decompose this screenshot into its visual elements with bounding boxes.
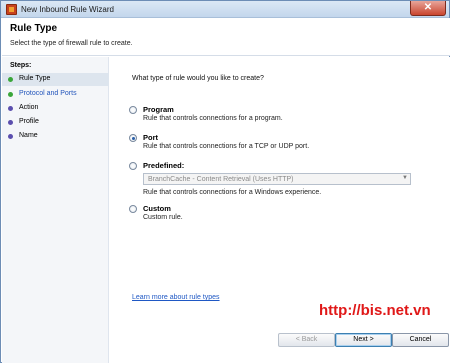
close-button[interactable]: ✕ [410, 1, 446, 16]
step-complete-bullet-icon [8, 92, 13, 97]
program-radio[interactable] [129, 106, 137, 114]
custom-label[interactable]: Custom [143, 204, 171, 213]
program-label[interactable]: Program [143, 105, 174, 114]
predefined-select-value: BranchCache - Content Retrieval (Uses HT… [148, 176, 294, 183]
wizard-header: Rule Type Select the type of firewall ru… [2, 18, 450, 56]
chevron-down-icon: ▼ [402, 175, 408, 181]
step-protocol-and-ports[interactable]: Protocol and Ports [2, 88, 109, 101]
firewall-app-icon [6, 4, 17, 15]
step-pending-bullet-icon [8, 134, 13, 139]
step-pending-bullet-icon [8, 120, 13, 125]
predefined-label[interactable]: Predefined: [143, 161, 184, 170]
step-complete-bullet-icon [8, 77, 13, 82]
step-label: Action [19, 104, 39, 111]
step-pending-bullet-icon [8, 106, 13, 111]
watermark-text: http://bis.net.vn [319, 302, 431, 319]
rule-type-question: What type of rule would you like to crea… [132, 75, 264, 82]
port-label[interactable]: Port [143, 133, 158, 142]
port-radio[interactable] [129, 134, 137, 142]
cancel-button[interactable]: Cancel [392, 333, 449, 347]
step-profile: Profile [2, 116, 109, 129]
back-button[interactable]: < Back [278, 333, 335, 347]
step-label[interactable]: Protocol and Ports [19, 90, 77, 97]
window-title: New Inbound Rule Wizard [21, 5, 114, 14]
page-title: Rule Type [10, 23, 58, 34]
predefined-description: Rule that controls connections for a Win… [143, 189, 322, 196]
custom-description: Custom rule. [143, 214, 183, 221]
learn-more-link[interactable]: Learn more about rule types [132, 294, 220, 301]
content-panel: What type of rule would you like to crea… [109, 57, 450, 363]
page-description: Select the type of firewall rule to crea… [10, 40, 133, 47]
program-description: Rule that controls connections for a pro… [143, 115, 283, 122]
predefined-select: BranchCache - Content Retrieval (Uses HT… [143, 173, 411, 185]
next-button[interactable]: Next > [335, 333, 392, 347]
custom-radio[interactable] [129, 205, 137, 213]
predefined-radio[interactable] [129, 162, 137, 170]
step-label: Profile [19, 118, 39, 125]
steps-title: Steps: [10, 62, 32, 69]
step-name: Name [2, 130, 109, 143]
title-bar[interactable]: New Inbound Rule Wizard ✕ [1, 1, 449, 18]
wizard-window: New Inbound Rule Wizard ✕ Rule Type Sele… [0, 0, 450, 363]
port-description: Rule that controls connections for a TCP… [143, 143, 310, 150]
step-label: Name [19, 132, 38, 139]
step-label: Rule Type [19, 75, 51, 82]
steps-panel: Steps: Rule Type Protocol and Ports Acti… [2, 57, 109, 363]
step-rule-type: Rule Type [2, 73, 109, 86]
step-action: Action [2, 102, 109, 115]
